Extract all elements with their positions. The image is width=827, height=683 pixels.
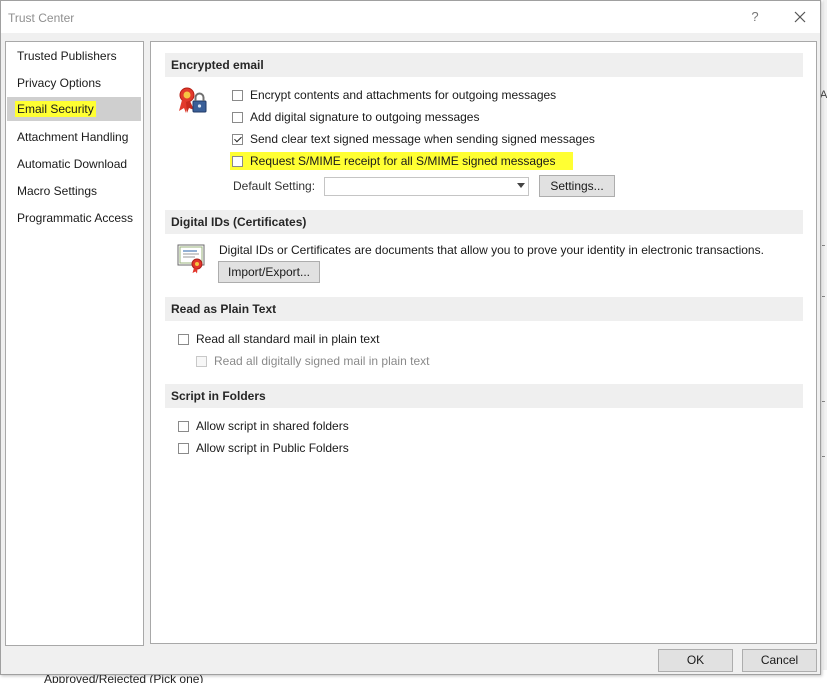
title-bar: Trust Center ? xyxy=(1,1,820,33)
section-header-digital-ids: Digital IDs (Certificates) xyxy=(165,210,803,234)
nav-item-attachment-handling[interactable]: Attachment Handling xyxy=(7,125,141,149)
section-header-plain-text: Read as Plain Text xyxy=(165,297,803,321)
option-label: Send clear text signed message when send… xyxy=(250,132,595,146)
encrypt-contents-checkbox[interactable] xyxy=(232,90,243,101)
background-mark xyxy=(822,401,825,402)
close-button[interactable] xyxy=(790,7,810,27)
background-mark xyxy=(822,296,825,297)
close-icon xyxy=(794,11,806,23)
ok-button-label: OK xyxy=(686,653,705,667)
nav-item-trusted-publishers[interactable]: Trusted Publishers xyxy=(7,44,141,68)
section-header-script-folders: Script in Folders xyxy=(165,384,803,408)
request-smime-receipt-checkbox[interactable] xyxy=(232,156,243,167)
option-script-shared-folders[interactable]: Allow script in shared folders xyxy=(178,417,349,435)
import-export-button-label: Import/Export... xyxy=(227,265,311,279)
settings-button-label: Settings... xyxy=(550,179,604,193)
send-clear-text-checkbox[interactable] xyxy=(232,134,243,145)
option-label: Encrypt contents and attachments for out… xyxy=(250,88,557,102)
digital-certificate-icon xyxy=(177,244,205,274)
nav-item-label: Macro Settings xyxy=(17,184,98,198)
import-export-button[interactable]: Import/Export... xyxy=(218,261,320,283)
help-button[interactable]: ? xyxy=(746,8,764,26)
digital-ids-description: Digital IDs or Certificates are document… xyxy=(219,243,764,257)
option-encrypt-contents[interactable]: Encrypt contents and attachments for out… xyxy=(232,86,556,104)
option-send-clear-text[interactable]: Send clear text signed message when send… xyxy=(232,130,595,148)
option-request-smime-receipt[interactable]: Request S/MIME receipt for all S/MIME si… xyxy=(230,152,574,170)
window-title: Trust Center xyxy=(8,11,75,25)
cancel-button[interactable]: Cancel xyxy=(742,649,817,672)
option-script-public-folders[interactable]: Allow script in Public Folders xyxy=(178,439,349,457)
nav-item-label: Privacy Options xyxy=(17,76,102,90)
option-read-signed-plain-text: Read all digitally signed mail in plain … xyxy=(196,352,429,370)
nav-item-automatic-download[interactable]: Automatic Download xyxy=(7,152,141,176)
nav-item-macro-settings[interactable]: Macro Settings xyxy=(7,179,141,203)
background-window-edge xyxy=(823,0,827,683)
nav-item-label: Programmatic Access xyxy=(17,211,134,225)
chevron-down-icon xyxy=(517,183,525,188)
nav-item-label: Attachment Handling xyxy=(17,130,129,144)
read-signed-plain-text-checkbox xyxy=(196,356,207,367)
section-header-encrypted-email: Encrypted email xyxy=(165,53,803,77)
ok-button[interactable]: OK xyxy=(658,649,733,672)
settings-panel: Encrypted email Encrypt contents and att… xyxy=(150,41,817,644)
option-label: Add digital signature to outgoing messag… xyxy=(250,110,480,124)
cancel-button-label: Cancel xyxy=(760,653,799,667)
option-add-digital-signature[interactable]: Add digital signature to outgoing messag… xyxy=(232,108,479,126)
option-label: Allow script in Public Folders xyxy=(196,441,349,455)
background-mark xyxy=(822,456,825,457)
default-setting-dropdown[interactable] xyxy=(324,177,529,196)
trust-center-dialog: Trust Center ? Trusted Publishers Privac… xyxy=(0,0,821,675)
category-nav: Trusted Publishers Privacy Options Email… xyxy=(5,41,144,646)
script-public-folders-checkbox[interactable] xyxy=(178,443,189,454)
option-label: Request S/MIME receipt for all S/MIME si… xyxy=(250,154,556,168)
add-digital-signature-checkbox[interactable] xyxy=(232,112,243,123)
certificate-lock-icon xyxy=(179,87,207,113)
settings-button[interactable]: Settings... xyxy=(539,175,615,197)
option-label: Read all digitally signed mail in plain … xyxy=(214,354,430,368)
option-label: Allow script in shared folders xyxy=(196,419,349,433)
nav-item-privacy-options[interactable]: Privacy Options xyxy=(7,71,141,95)
background-fragment: A xyxy=(820,89,827,101)
option-read-plain-text[interactable]: Read all standard mail in plain text xyxy=(178,330,379,348)
nav-item-label: Automatic Download xyxy=(17,157,128,171)
nav-item-email-security[interactable]: Email Security xyxy=(7,97,141,121)
background-mark xyxy=(822,245,825,246)
nav-item-programmatic-access[interactable]: Programmatic Access xyxy=(7,206,141,230)
nav-item-label: Trusted Publishers xyxy=(17,49,117,63)
script-shared-folders-checkbox[interactable] xyxy=(178,421,189,432)
read-plain-text-checkbox[interactable] xyxy=(178,334,189,345)
nav-item-label: Email Security xyxy=(15,101,96,117)
option-label: Read all standard mail in plain text xyxy=(196,332,380,346)
default-setting-label: Default Setting: xyxy=(233,179,316,193)
